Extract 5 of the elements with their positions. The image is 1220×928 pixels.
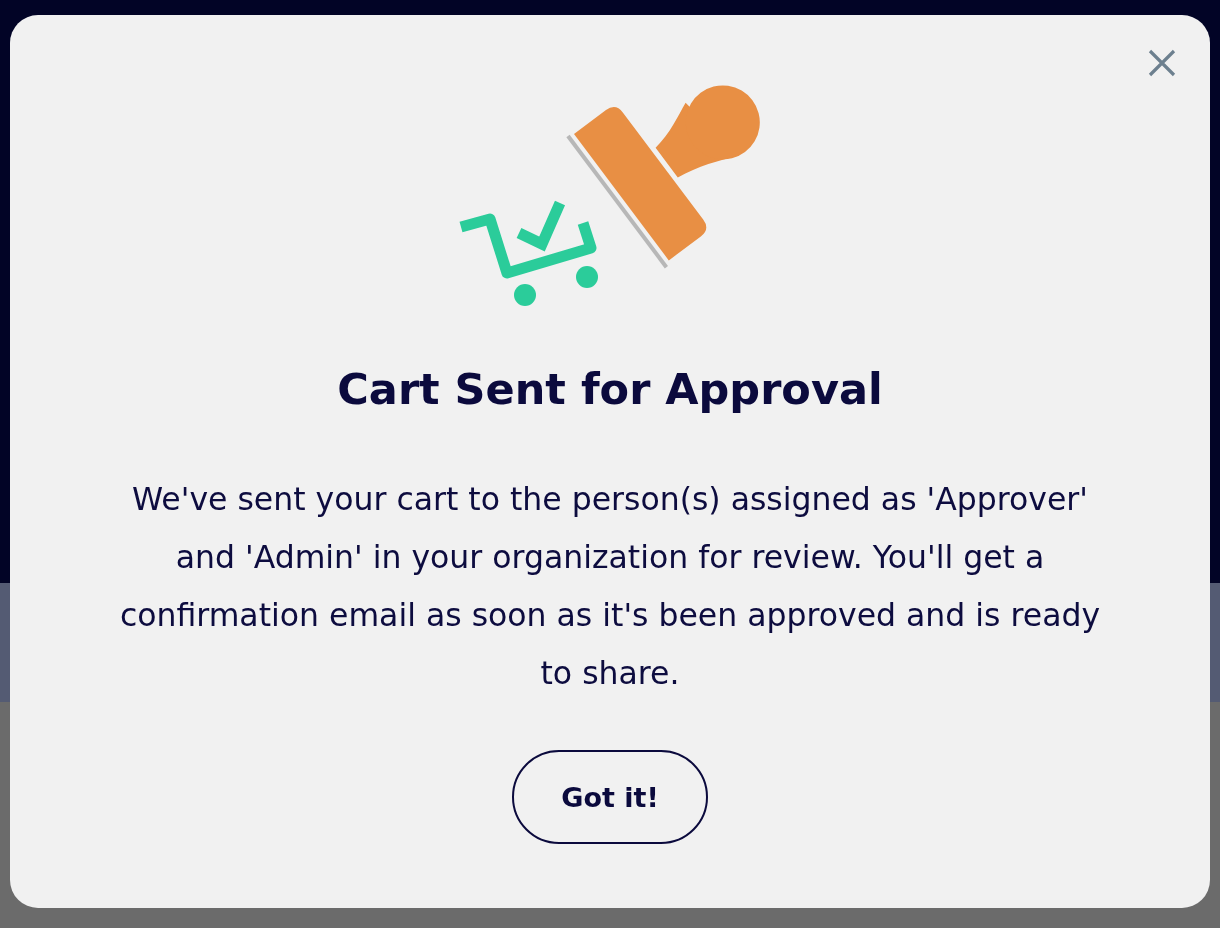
dialog-message: We've sent your cart to the person(s) assigned as 'Approver' and 'Admin' in your organization for review. You'll get a confirmation email as soon as it's been approved and is ready to share. xyxy=(118,480,1102,693)
dialog-title: Cart Sent for Approval xyxy=(337,363,883,415)
close-button[interactable] xyxy=(1147,48,1177,78)
close-icon xyxy=(1148,49,1176,77)
got-it-button[interactable]: Got it! xyxy=(512,750,708,844)
